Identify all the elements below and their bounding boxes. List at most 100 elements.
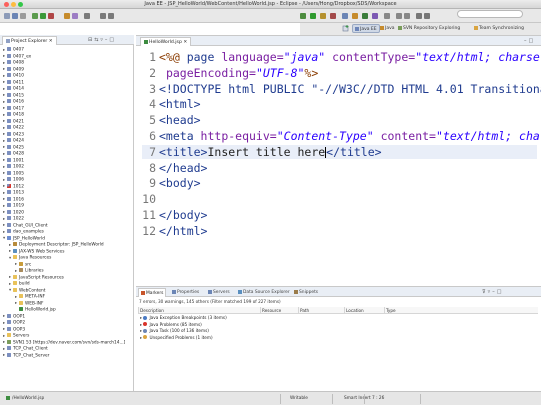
project-icon: [7, 138, 11, 142]
tree-item-label: JAX-WS Web Services: [19, 249, 65, 254]
webservice-icon: [13, 248, 17, 253]
tree-item-label: JavaScript Resources: [19, 275, 64, 280]
code-token: "Content-Type": [276, 129, 374, 143]
perspective-bar: Java EE Java SVN Repository Exploring Te…: [300, 23, 541, 35]
column-header-location[interactable]: Location: [344, 307, 384, 314]
tab-label: Data Source Explorer: [243, 290, 290, 295]
code-token: "UTF-8": [255, 65, 305, 80]
close-tab-icon[interactable]: ✕: [183, 40, 187, 45]
project-icon: [7, 86, 11, 90]
print-icon[interactable]: [20, 13, 26, 19]
perspective-svn-repository-exploring[interactable]: SVN Repository Exploring: [396, 24, 462, 33]
debug-icon[interactable]: [300, 13, 306, 19]
project-icon: [7, 157, 11, 162]
close-tab-icon[interactable]: ✕: [49, 39, 53, 44]
tab-project-explorer[interactable]: Project Explorer ✕: [2, 36, 57, 45]
column-header-resource[interactable]: Resource: [260, 307, 298, 314]
save-icon[interactable]: [12, 13, 18, 19]
tree-item-label: Deployment Descriptor: JSP_HelloWorld: [19, 242, 104, 248]
project-icon: [7, 320, 11, 324]
maximize-view-icon[interactable]: □: [497, 289, 504, 295]
tree-item-label: 1001: [13, 158, 24, 163]
code-token: <head>: [159, 113, 201, 128]
tab-helloworld-jsp[interactable]: HelloWorld.jsp ✕: [140, 37, 192, 46]
line-number: 7: [149, 144, 156, 159]
tab-label: Snippets: [299, 290, 319, 295]
maximize-view-icon[interactable]: □: [109, 37, 116, 43]
project-icon: [7, 170, 11, 175]
next-annotation-icon[interactable]: [396, 13, 402, 19]
tree-item-label: JSP_HelloWorld: [13, 236, 45, 241]
tree-item[interactable]: ▸ TCP_Chat_Server: [0, 352, 49, 360]
new-server-icon[interactable]: [342, 13, 348, 19]
project-icon: [7, 66, 11, 71]
code-token: language=: [221, 50, 284, 64]
search-icon[interactable]: [84, 13, 90, 19]
run-icon[interactable]: [310, 13, 316, 19]
marker-category-row[interactable]: ▸ Unspecified Problems (1 item): [140, 335, 213, 342]
code-line: 9 <body>: [142, 176, 537, 190]
java-ee-perspective-icon: [355, 26, 359, 31]
perspective-java-ee[interactable]: Java EE: [352, 24, 380, 33]
folder-icon: [13, 281, 17, 285]
perspective-java[interactable]: Java: [378, 24, 397, 33]
maximize-view-icon[interactable]: □: [529, 38, 536, 44]
folder-icon: [7, 333, 11, 337]
project-icon: [7, 352, 11, 357]
interface-icon[interactable]: [372, 13, 378, 19]
tree-item-label: 1022: [13, 216, 24, 222]
tree-item-label: 0410: [13, 73, 24, 79]
package-icon[interactable]: [352, 13, 358, 19]
tab-label: Project Explorer: [11, 39, 48, 44]
coverage-icon[interactable]: [320, 13, 326, 19]
column-header-path[interactable]: Path: [298, 307, 344, 314]
tree-item-label: 1002: [13, 164, 24, 170]
perspective-team-synchronizing[interactable]: Team Synchronizing: [472, 24, 526, 33]
code-token: content=: [373, 129, 436, 143]
tree-item-label: 1019: [13, 203, 24, 209]
code-token: <!DOCTYPE html PUBLIC "-//W3C//DTD HTML …: [159, 81, 541, 96]
status-cursor-position: 7 : 26: [372, 396, 385, 401]
folder-icon: [13, 255, 17, 259]
prev-annotation-icon[interactable]: [404, 13, 410, 19]
web-project-icon: [7, 235, 11, 240]
line-number: 5: [149, 113, 156, 128]
code-token: pageEncoding=: [165, 65, 256, 80]
back-icon[interactable]: [100, 13, 106, 19]
forward-icon[interactable]: [424, 13, 430, 19]
tab-label: Servers: [213, 290, 230, 295]
window-title: Java EE - JSP_HelloWorld/WebContent/Hell…: [144, 1, 397, 7]
tab-properties[interactable]: Properties: [170, 288, 201, 297]
project-icon: [7, 53, 11, 58]
class-icon[interactable]: [362, 13, 368, 19]
column-header-description[interactable]: Description: [138, 307, 260, 314]
new-java-class-icon[interactable]: [64, 13, 70, 19]
open-type-icon[interactable]: [72, 13, 78, 19]
tree-item-label: WEB-INF: [25, 301, 44, 306]
tree-item-label: build: [19, 281, 30, 287]
tab-markers[interactable]: Markers: [138, 288, 167, 297]
tree-item-label: src: [25, 262, 32, 267]
project-icon: [7, 112, 11, 116]
back-icon[interactable]: [416, 13, 422, 19]
tab-servers[interactable]: Servers: [206, 288, 232, 297]
quick-access-input[interactable]: [457, 10, 523, 18]
forward-icon[interactable]: [108, 13, 114, 19]
open-perspective-icon[interactable]: [342, 24, 350, 33]
tree-item-label: 0416: [13, 99, 24, 105]
project-icon: [7, 190, 11, 194]
tab-label: Properties: [177, 290, 200, 295]
project-explorer-panel: Project Explorer ✕ ⊟⇆▿–□ ▸ 0407 ▸ 0407_ex ▸ 0…: [0, 35, 134, 391]
external-tools-icon[interactable]: [48, 13, 54, 19]
jsp-file-icon: [19, 307, 23, 311]
tab-data-source-explorer[interactable]: Data Source Explorer: [236, 288, 292, 297]
column-header-type[interactable]: Type: [384, 307, 534, 314]
run-icon[interactable]: [40, 13, 46, 19]
code-line: 3 <!DOCTYPE html PUBLIC "-//W3C//DTD HTML…: [142, 82, 541, 96]
tools-icon[interactable]: [330, 13, 336, 19]
project-icon: [7, 326, 11, 331]
search-icon[interactable]: [384, 13, 390, 19]
debug-icon[interactable]: [32, 13, 38, 19]
new-icon[interactable]: [4, 13, 10, 19]
tab-snippets[interactable]: Snippets: [292, 288, 320, 297]
